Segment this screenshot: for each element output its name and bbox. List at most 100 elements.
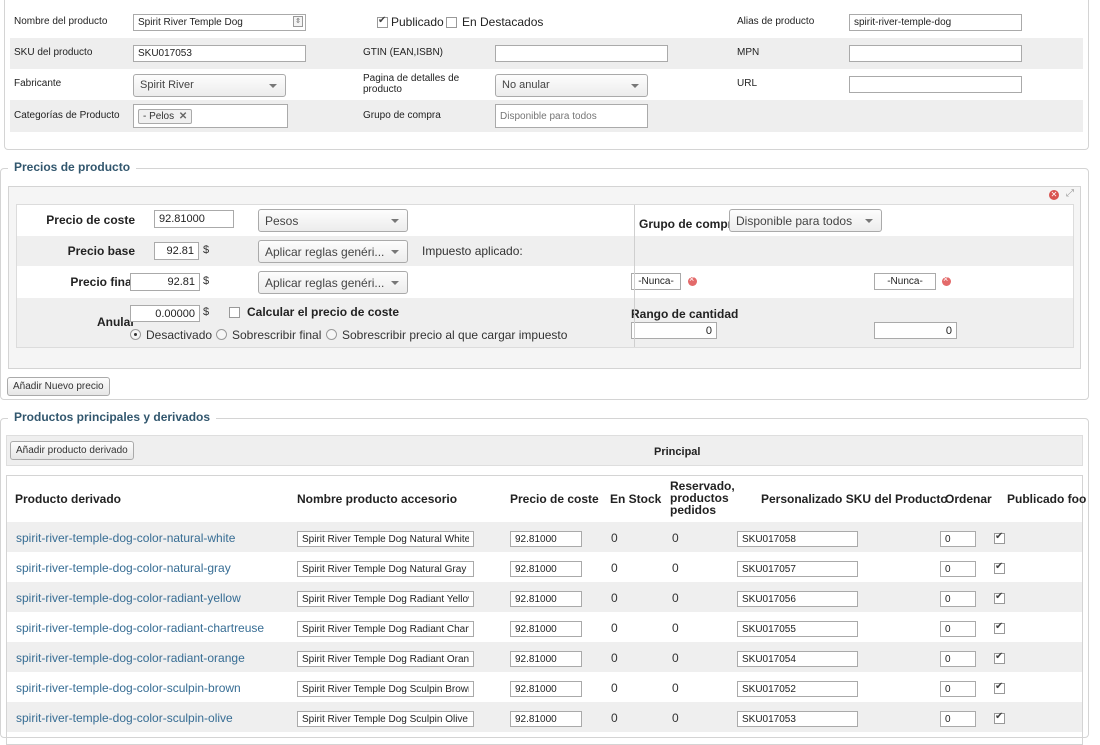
- shopper-group-input[interactable]: [495, 104, 648, 128]
- child-sku-input[interactable]: [737, 651, 858, 667]
- price-row-base: Precio base $ Aplicar reglas genéri... I…: [17, 236, 1073, 266]
- child-reserved-value: 0: [672, 681, 679, 695]
- published-checkbox[interactable]: [377, 15, 388, 28]
- chevron-down-icon: [391, 219, 399, 223]
- child-reserved-value: 0: [672, 561, 679, 575]
- delete-price-icon[interactable]: ✕: [1049, 190, 1059, 200]
- qty-to-input[interactable]: [874, 322, 957, 339]
- child-cost-input[interactable]: [510, 711, 582, 727]
- close-icon[interactable]: ✕: [179, 111, 187, 122]
- child-name-input[interactable]: [297, 561, 474, 577]
- child-sku-input[interactable]: [737, 621, 858, 637]
- child-sku-input[interactable]: [737, 531, 858, 547]
- currency-select[interactable]: Pesos: [258, 209, 408, 232]
- child-published-checkbox[interactable]: [994, 531, 1005, 544]
- child-cost-input[interactable]: [510, 621, 582, 637]
- child-published-checkbox[interactable]: [994, 621, 1005, 634]
- category-tag[interactable]: - Pelos ✕: [138, 109, 193, 124]
- categories-multiselect[interactable]: - Pelos ✕: [133, 104, 288, 128]
- child-cost-input[interactable]: [510, 651, 582, 667]
- child-sku-input[interactable]: [737, 711, 858, 727]
- child-product-link[interactable]: spirit-river-temple-dog-color-radiant-ye…: [16, 591, 241, 605]
- price-column-divider: [634, 205, 635, 347]
- child-reserved-value: 0: [672, 621, 679, 635]
- child-cost-input[interactable]: [510, 561, 582, 577]
- override-input[interactable]: [130, 305, 200, 322]
- table-row: spirit-river-temple-dog-color-sculpin-br…: [7, 672, 1082, 702]
- child-sku-input[interactable]: [737, 561, 858, 577]
- base-price-input[interactable]: [154, 242, 199, 260]
- date-from-input[interactable]: [631, 273, 681, 290]
- radio-overwrite-final[interactable]: [216, 329, 227, 340]
- clear-date-from-icon[interactable]: [688, 274, 697, 286]
- final-rules-select[interactable]: Aplicar reglas genéri...: [258, 271, 408, 294]
- child-product-link[interactable]: spirit-river-temple-dog-color-radiant-ch…: [16, 621, 264, 635]
- principal-label: Principal: [654, 446, 701, 458]
- add-price-button[interactable]: Añadir Nuevo precio: [7, 377, 110, 396]
- chevron-down-icon: [391, 250, 399, 254]
- child-order-input[interactable]: [940, 591, 976, 607]
- child-name-input[interactable]: [297, 591, 474, 607]
- child-product-link[interactable]: spirit-river-temple-dog-color-radiant-or…: [16, 651, 245, 665]
- child-published-checkbox[interactable]: [994, 591, 1005, 604]
- child-cost-input[interactable]: [510, 681, 582, 697]
- col-header-cost: Precio de coste: [510, 492, 599, 506]
- child-order-input[interactable]: [940, 651, 976, 667]
- product-row-manufacturer: Fabricante Spirit River Pagina de detall…: [10, 69, 1083, 100]
- featured-checkbox[interactable]: [446, 17, 457, 28]
- mpn-input[interactable]: [849, 45, 1022, 62]
- product-name-input[interactable]: [133, 14, 306, 31]
- add-child-button[interactable]: Añadir producto derivado: [10, 441, 134, 460]
- alias-label: Alias de producto: [737, 16, 815, 27]
- price-grid: Precio de coste Pesos Grupo de compra Di…: [16, 204, 1074, 348]
- chevron-down-icon: [631, 84, 639, 88]
- table-row: spirit-river-temple-dog-color-radiant-ye…: [7, 582, 1082, 612]
- child-order-input[interactable]: [940, 561, 976, 577]
- child-name-input[interactable]: [297, 651, 474, 667]
- child-name-input[interactable]: [297, 711, 474, 727]
- radio-overwrite-tax[interactable]: [326, 329, 337, 340]
- calc-cost-checkbox[interactable]: [229, 307, 240, 318]
- language-icon[interactable]: ⇳: [293, 16, 303, 27]
- price-group-select[interactable]: Disponible para todos: [729, 209, 882, 232]
- sku-input[interactable]: [133, 45, 306, 62]
- alias-input[interactable]: [849, 14, 1022, 31]
- child-product-link[interactable]: spirit-river-temple-dog-color-natural-gr…: [16, 561, 231, 575]
- url-input[interactable]: [849, 76, 1022, 93]
- child-product-link[interactable]: spirit-river-temple-dog-color-sculpin-br…: [16, 681, 241, 695]
- children-table: Producto derivado Nombre producto acceso…: [6, 475, 1086, 745]
- base-rules-select[interactable]: Aplicar reglas genéri...: [258, 240, 408, 263]
- child-cost-input[interactable]: [510, 591, 582, 607]
- child-order-input[interactable]: [940, 681, 976, 697]
- prices-panel: Precios de producto ✕ ⤢ Precio de coste …: [0, 160, 1089, 400]
- details-page-select[interactable]: No anular: [495, 74, 648, 97]
- table-row: spirit-river-temple-dog-color-radiant-or…: [7, 642, 1082, 672]
- date-to-input[interactable]: [874, 273, 936, 290]
- child-order-input[interactable]: [940, 531, 976, 547]
- qty-from-input[interactable]: [631, 322, 717, 339]
- currency-select-value: Pesos: [265, 214, 299, 228]
- child-name-input[interactable]: [297, 531, 474, 547]
- child-order-input[interactable]: [940, 621, 976, 637]
- child-reserved-value: 0: [672, 531, 679, 545]
- manufacturer-select[interactable]: Spirit River: [133, 74, 286, 97]
- child-name-input[interactable]: [297, 621, 474, 637]
- child-sku-input[interactable]: [737, 681, 858, 697]
- child-product-link[interactable]: spirit-river-temple-dog-color-sculpin-ol…: [16, 711, 233, 725]
- child-sku-input[interactable]: [737, 591, 858, 607]
- cost-price-input[interactable]: [154, 210, 234, 228]
- child-product-link[interactable]: spirit-river-temple-dog-color-natural-wh…: [16, 531, 235, 545]
- child-published-checkbox[interactable]: [994, 681, 1005, 694]
- radio-disabled[interactable]: [130, 329, 141, 340]
- child-name-input[interactable]: [297, 681, 474, 697]
- final-price-input[interactable]: [130, 273, 200, 291]
- child-published-checkbox[interactable]: [994, 561, 1005, 574]
- expand-icon[interactable]: ⤢: [1066, 188, 1074, 199]
- gtin-input[interactable]: [495, 45, 668, 62]
- child-published-checkbox[interactable]: [994, 711, 1005, 724]
- clear-date-to-icon[interactable]: [942, 274, 951, 286]
- product-name-label: Nombre del producto: [14, 16, 108, 27]
- child-cost-input[interactable]: [510, 531, 582, 547]
- child-published-checkbox[interactable]: [994, 651, 1005, 664]
- child-order-input[interactable]: [940, 711, 976, 727]
